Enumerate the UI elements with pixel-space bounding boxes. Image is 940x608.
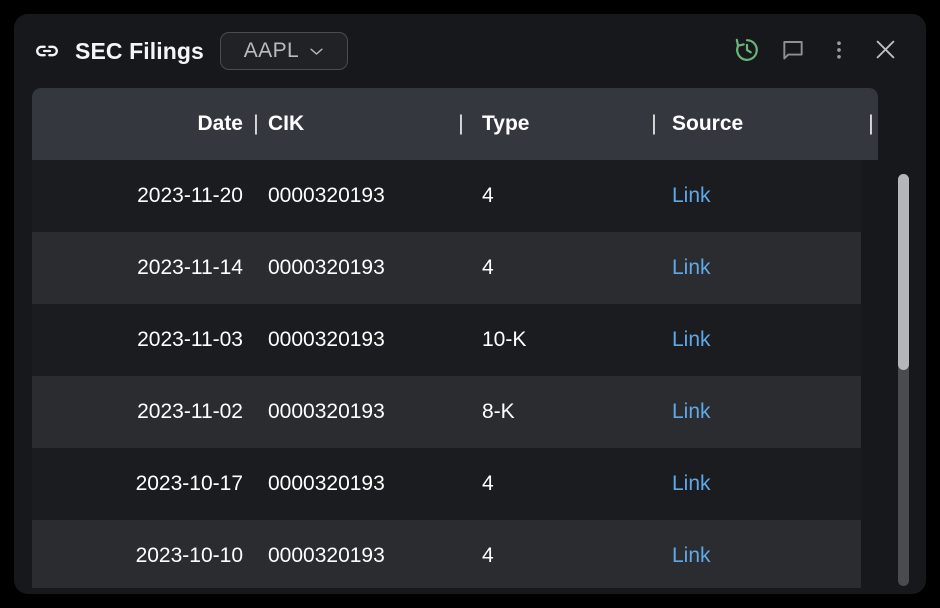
cell-cik: 0000320193 xyxy=(268,400,385,423)
cell-source-link[interactable]: Link xyxy=(672,448,852,520)
table-row[interactable]: 2023-11-14 0000320193 4 Link xyxy=(32,232,861,304)
column-header-date: Date xyxy=(197,112,243,135)
table-header-row: Date | CIK | Type | Source | xyxy=(32,88,878,160)
comment-icon xyxy=(780,37,806,66)
cell-cik: 0000320193 xyxy=(268,472,385,495)
cell-type: 4 xyxy=(482,472,494,495)
cell-cik: 0000320193 xyxy=(268,544,385,567)
column-separator: | xyxy=(651,112,657,135)
ticker-label: AAPL xyxy=(243,39,300,62)
cell-source-link[interactable]: Link xyxy=(672,376,852,448)
cell-date: 2023-10-17 xyxy=(135,472,243,495)
column-separator: | xyxy=(458,112,464,135)
cell-date: 2023-10-10 xyxy=(135,544,243,567)
table-row[interactable]: 2023-11-20 0000320193 4 Link xyxy=(32,160,861,232)
cell-cik: 0000320193 xyxy=(268,256,385,279)
scrollbar-thumb[interactable] xyxy=(898,174,909,370)
panel-titlebar: SEC Filings AAPL xyxy=(14,14,926,88)
cell-type: 8-K xyxy=(482,400,515,423)
cell-type: 4 xyxy=(482,184,494,207)
cell-cik: 0000320193 xyxy=(268,328,385,351)
cell-type: 4 xyxy=(482,544,494,567)
close-button[interactable] xyxy=(862,28,908,74)
filings-table: Date | CIK | Type | Source | 2023-11-20 0… xyxy=(32,88,908,588)
history-icon xyxy=(733,36,761,67)
link-icon xyxy=(32,36,62,66)
table-body: 2023-11-20 0000320193 4 Link 2023-11-14 00003… xyxy=(32,160,908,588)
cell-source-link[interactable]: Link xyxy=(672,304,852,376)
cell-date: 2023-11-03 xyxy=(137,328,243,351)
column-header-source: Source xyxy=(672,112,744,135)
more-options-button[interactable] xyxy=(816,28,862,74)
column-header-cik: CIK xyxy=(268,112,305,135)
cell-date: 2023-11-14 xyxy=(137,256,243,279)
titlebar-actions xyxy=(724,28,908,74)
close-icon xyxy=(872,36,899,66)
chevron-down-icon xyxy=(309,47,324,56)
cell-type: 4 xyxy=(482,256,494,279)
table-row[interactable]: 2023-10-10 0000320193 4 Link xyxy=(32,520,861,588)
table-row[interactable]: 2023-11-02 0000320193 8-K Link xyxy=(32,376,861,448)
app-root: SEC Filings AAPL Date | CIK | Type | Sou… xyxy=(0,0,940,608)
cell-source-link[interactable]: Link xyxy=(672,160,852,232)
column-separator: | xyxy=(253,112,259,135)
history-button[interactable] xyxy=(724,28,770,74)
page-title: SEC Filings xyxy=(75,37,204,64)
cell-cik: 0000320193 xyxy=(268,184,385,207)
cell-type: 10-K xyxy=(482,328,527,351)
table-row[interactable]: 2023-10-17 0000320193 4 Link xyxy=(32,448,861,520)
cell-date: 2023-11-02 xyxy=(137,400,243,423)
more-vertical-icon xyxy=(827,38,851,65)
cell-source-link[interactable]: Link xyxy=(672,232,852,304)
ticker-selector[interactable]: AAPL xyxy=(219,32,348,70)
table-row[interactable]: 2023-11-03 0000320193 10-K Link xyxy=(32,304,861,376)
cell-source-link[interactable]: Link xyxy=(672,520,852,588)
cell-date: 2023-11-20 xyxy=(137,184,243,207)
column-separator: | xyxy=(868,112,874,135)
column-header-type: Type xyxy=(482,112,530,135)
sec-filings-panel: SEC Filings AAPL Date | CIK | Type | Sou… xyxy=(14,14,926,594)
comment-button[interactable] xyxy=(770,28,816,74)
